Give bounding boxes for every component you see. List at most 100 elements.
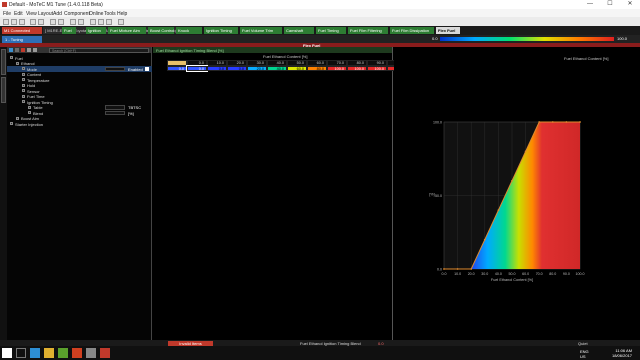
tree-expander-icon[interactable] bbox=[16, 61, 19, 65]
redo-icon[interactable] bbox=[78, 18, 84, 25]
undo-icon[interactable] bbox=[70, 18, 76, 25]
tuning-dropdown[interactable]: 1 - Tuning bbox=[2, 35, 42, 43]
y-tick-label: 100.0 bbox=[433, 120, 442, 124]
clock: 11:06 AM 18/06/2017 bbox=[612, 348, 632, 358]
menu-online[interactable]: Online bbox=[89, 11, 103, 17]
tab-boost-control[interactable]: Boost Control bbox=[148, 27, 174, 34]
motec-icon[interactable] bbox=[100, 348, 110, 358]
menu-component[interactable]: Component bbox=[64, 11, 90, 17]
disconnect-icon[interactable] bbox=[38, 18, 44, 25]
connect-icon[interactable] bbox=[30, 18, 36, 25]
tree-expander-icon[interactable] bbox=[16, 116, 19, 120]
retrieve-icon[interactable] bbox=[58, 18, 64, 25]
maximize-button[interactable]: ☐ bbox=[600, 0, 620, 9]
office-icon[interactable] bbox=[72, 348, 82, 358]
tab-camshaft[interactable]: Camshaft bbox=[284, 27, 314, 34]
table-cell[interactable]: 20.0 bbox=[247, 65, 267, 71]
table-cell[interactable]: 40.0 bbox=[267, 65, 287, 71]
filter-icon[interactable] bbox=[21, 48, 25, 52]
settings-icon[interactable] bbox=[86, 348, 96, 358]
tree-expander-icon[interactable] bbox=[22, 78, 25, 81]
expand-icon[interactable] bbox=[9, 48, 13, 52]
data-point bbox=[579, 121, 581, 123]
tree-expander-icon[interactable] bbox=[10, 122, 13, 125]
search-icon[interactable] bbox=[16, 348, 26, 358]
settings-icon[interactable] bbox=[106, 18, 112, 25]
tree-item-value-box[interactable] bbox=[105, 110, 125, 115]
minimize-button[interactable]: — bbox=[580, 0, 600, 9]
tree-expander-icon[interactable] bbox=[22, 83, 25, 87]
tree-expander-icon[interactable] bbox=[22, 67, 25, 70]
tab-fuel-volume-trim[interactable]: Fuel Volume Trim bbox=[240, 27, 282, 34]
table-cell[interactable]: 100.0 bbox=[367, 65, 387, 71]
tree-expander-icon[interactable] bbox=[22, 100, 25, 103]
tab-fuel[interactable]: Fuel bbox=[62, 27, 76, 34]
collapse-icon[interactable] bbox=[15, 48, 19, 52]
tree-item[interactable]: Starter Injection bbox=[7, 121, 152, 127]
table-cell[interactable]: 60.0 bbox=[287, 65, 307, 71]
table-cell[interactable]: 100.0 bbox=[327, 65, 347, 71]
open-icon[interactable] bbox=[11, 18, 17, 25]
menu-view[interactable]: View bbox=[26, 11, 37, 17]
refresh-icon[interactable] bbox=[33, 48, 37, 52]
x-tick-label: 20.0 bbox=[468, 272, 475, 276]
tab-knock[interactable]: Knock bbox=[176, 27, 202, 34]
send-icon[interactable] bbox=[50, 18, 56, 25]
table-panel: Fuel Ethanol Ignition Timing Blend [%] F… bbox=[153, 47, 407, 340]
table-cell[interactable]: 0.0 bbox=[227, 65, 247, 71]
table-cell[interactable]: 80.0 bbox=[307, 65, 327, 71]
table-cell[interactable]: 0.0 bbox=[186, 64, 208, 72]
table-cell[interactable]: 100.0 bbox=[347, 65, 367, 71]
x-tick-label: 90.0 bbox=[563, 272, 570, 276]
edge-icon[interactable] bbox=[30, 348, 40, 358]
new-icon[interactable] bbox=[3, 18, 9, 25]
status-value: 0.0 bbox=[378, 340, 384, 346]
dropdown-icon[interactable] bbox=[145, 67, 149, 71]
y-tick-label: 50.0 bbox=[435, 194, 442, 198]
windows-start-icon[interactable] bbox=[2, 348, 12, 358]
tree-toolbar: Search (Ctrl+F) bbox=[7, 47, 151, 53]
tree-expander-icon[interactable] bbox=[22, 94, 25, 98]
invalid-items-button[interactable]: Invalid Items bbox=[168, 340, 213, 346]
close-button[interactable]: ✕ bbox=[620, 0, 640, 9]
side-tab-components[interactable] bbox=[1, 77, 6, 103]
data-point bbox=[443, 268, 445, 270]
tab-fuel-film-filtering[interactable]: Fuel Film Filtering bbox=[348, 27, 388, 34]
menu-help[interactable]: Help bbox=[117, 11, 127, 17]
help-icon[interactable] bbox=[118, 18, 124, 25]
channel-tree-panel: Search (Ctrl+F) Fuel Ethanol Mode Enabled Co… bbox=[7, 47, 152, 340]
tree-item-value-box[interactable] bbox=[105, 105, 125, 110]
tree-expander-icon[interactable] bbox=[10, 56, 13, 59]
blend-chart[interactable]: 0.0 10.0 20.0 30.0 40.0 50.0 60.0 70.0 80.0 90.0 1… bbox=[394, 47, 640, 340]
menu-layout[interactable]: Layout bbox=[38, 11, 53, 17]
explorer-icon[interactable] bbox=[44, 348, 54, 358]
tab-fuel-film-dissipation[interactable]: Fuel Film Dissipation bbox=[390, 27, 434, 34]
project-tab[interactable]: M1 Connected bbox=[2, 27, 42, 34]
sort-icon[interactable] bbox=[27, 48, 31, 52]
tree-expander-icon[interactable] bbox=[22, 72, 25, 76]
side-tab-workbook[interactable] bbox=[1, 49, 6, 75]
table-cell[interactable]: 0.0 bbox=[207, 65, 227, 71]
tree-expander-icon[interactable] bbox=[28, 105, 31, 109]
graph-icon[interactable] bbox=[98, 18, 104, 25]
menu-file[interactable]: File bbox=[3, 11, 11, 17]
window-title: Default - MoTeC M1 Tune (1.4.0.118 Beta) bbox=[9, 1, 103, 8]
menu-tools[interactable]: Tools bbox=[104, 11, 116, 17]
tab-fuel-timing[interactable]: Fuel Timing bbox=[316, 27, 346, 34]
menu-edit[interactable]: Edit bbox=[14, 11, 23, 17]
tab-ignition-timing[interactable]: Ignition Timing bbox=[204, 27, 238, 34]
tree-expander-icon[interactable] bbox=[22, 89, 25, 92]
tab-fuel-mixture-aim[interactable]: Fuel Mixture Aim bbox=[108, 27, 146, 34]
store-icon[interactable] bbox=[58, 348, 68, 358]
data-point bbox=[470, 268, 473, 270]
menu-add[interactable]: Add bbox=[53, 11, 62, 17]
table-row-header[interactable]: 0.0 bbox=[167, 65, 187, 71]
tab-flex-fuel[interactable]: Flex Fuel bbox=[436, 27, 460, 34]
tab-ignition[interactable]: Ignition bbox=[86, 27, 106, 34]
save-icon[interactable] bbox=[19, 18, 25, 25]
status-channel: Fuel Ethanol Ignition Timing Blend bbox=[300, 340, 361, 346]
tree-item-value-box[interactable] bbox=[105, 66, 125, 71]
search-input[interactable]: Search (Ctrl+F) bbox=[49, 47, 149, 53]
tree-expander-icon[interactable] bbox=[28, 111, 31, 114]
table-icon[interactable] bbox=[90, 18, 96, 25]
